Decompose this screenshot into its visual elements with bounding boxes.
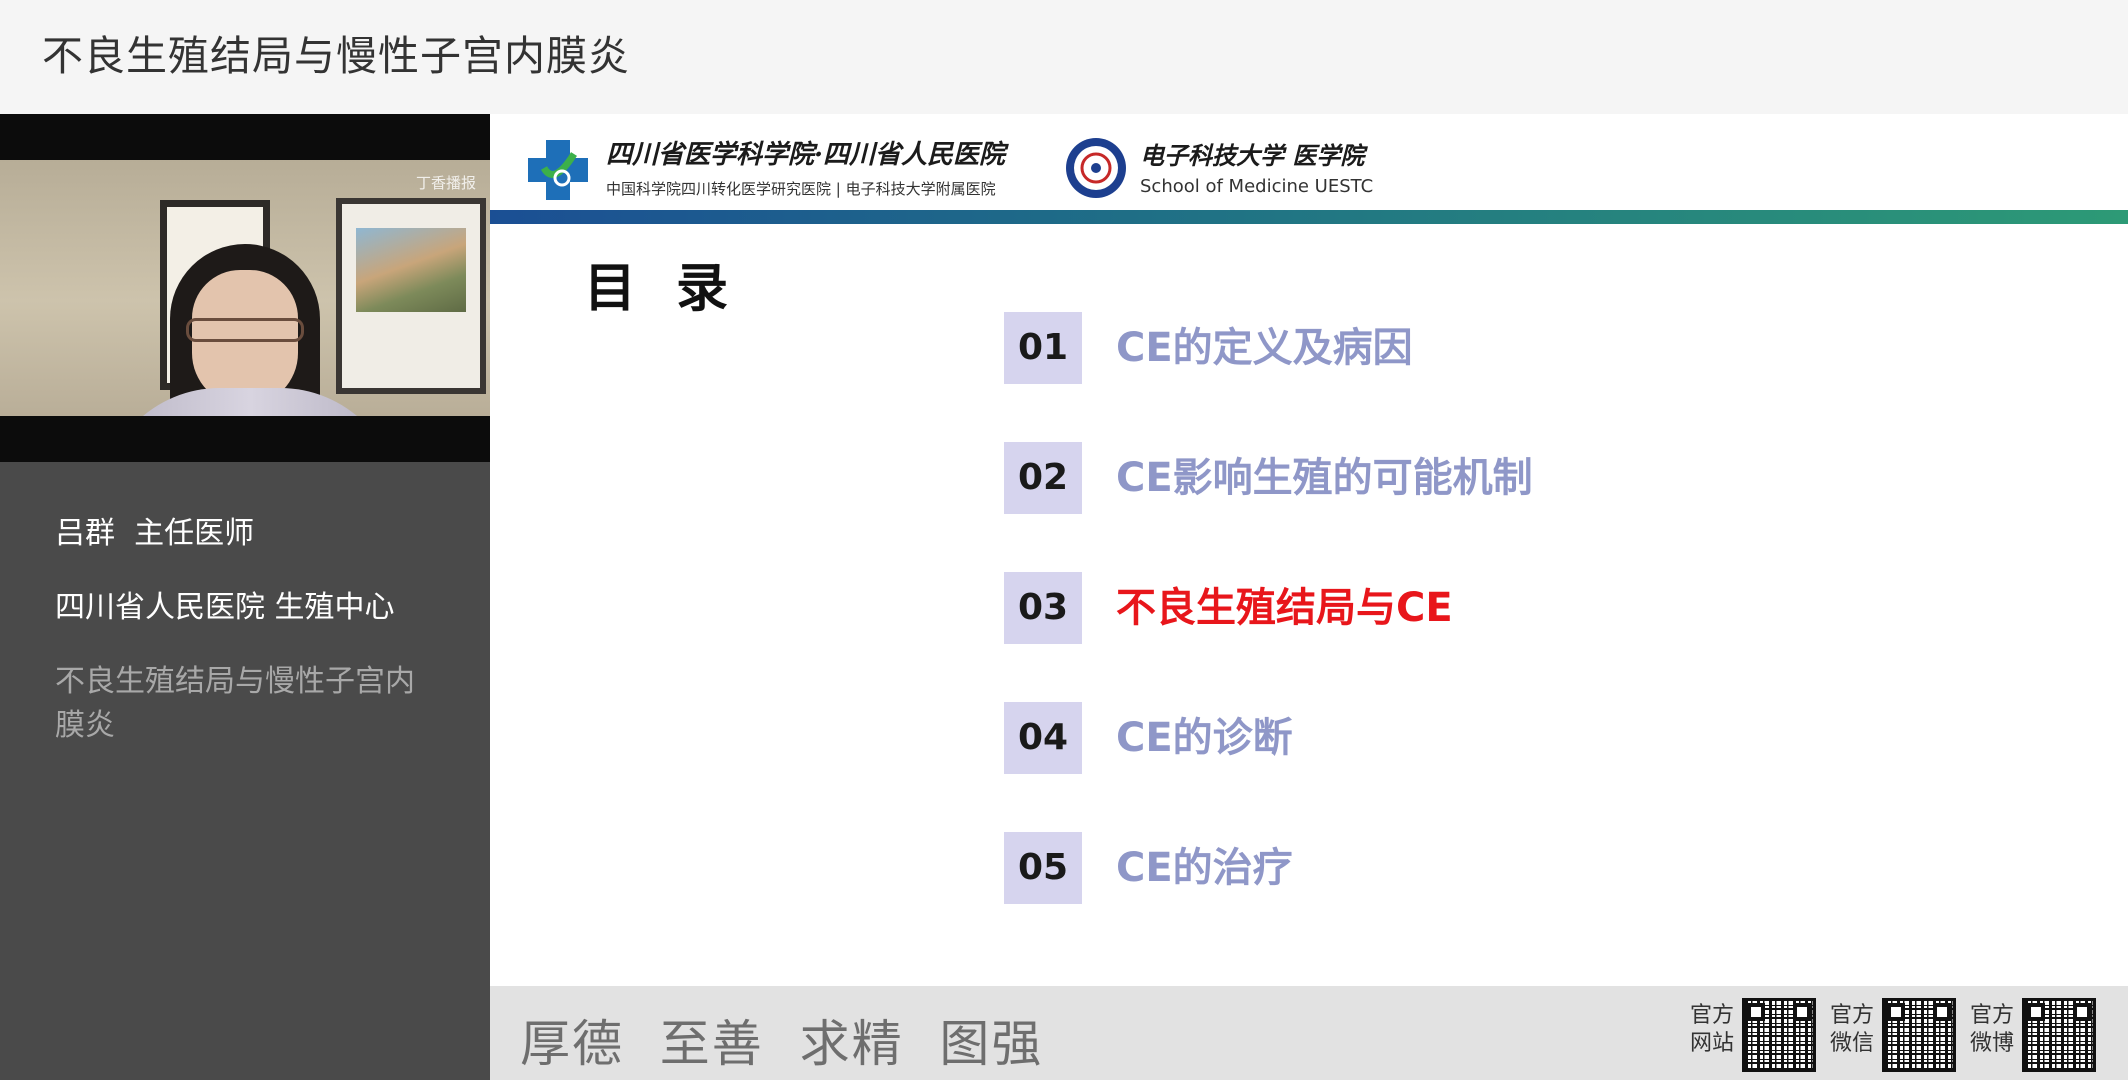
toc-label: CE影响生殖的可能机制: [1116, 455, 1533, 501]
toc-label: 不良生殖结局与CE: [1116, 585, 1453, 631]
wall-painting: [336, 198, 486, 394]
qr-code-icon: [1742, 998, 1816, 1072]
presenter-video[interactable]: 丁香播报: [0, 114, 490, 462]
presenter-info: 吕群 主任医师 四川省人民医院 生殖中心 不良生殖结局与慢性子宫内膜炎: [55, 512, 435, 748]
presenter-organization: 四川省人民医院 生殖中心: [55, 590, 395, 625]
toc-number: 03: [1004, 572, 1082, 644]
toc-label: CE的定义及病因: [1116, 325, 1413, 371]
hospital-subtitle: 中国科学院四川转化医学研究医院 | 电子科技大学附属医院: [606, 180, 996, 198]
toc-number: 05: [1004, 832, 1082, 904]
top-bar: 不良生殖结局与慢性子宫内膜炎: [0, 0, 2128, 115]
university-seal-icon: [1066, 138, 1126, 198]
hospital-cross-icon: [528, 140, 588, 200]
slide: 四川省医学科学院·四川省人民医院 中国科学院四川转化医学研究医院 | 电子科技大…: [490, 114, 2128, 1080]
video-watermark: 丁香播报: [415, 174, 476, 192]
qr-label: 官方微信: [1830, 1003, 1875, 1056]
toc-number: 02: [1004, 442, 1082, 514]
qr-label: 官方微博: [1970, 1003, 2015, 1056]
qr-code-icon: [1882, 998, 1956, 1072]
hospital-name: 四川省医学科学院·四川省人民医院: [606, 140, 1006, 170]
presenter-glasses: [186, 318, 304, 342]
video-frame: 丁香播报: [0, 160, 490, 416]
toc-title: 目录: [584, 259, 769, 319]
toc-number: 04: [1004, 702, 1082, 774]
header-divider: [490, 210, 2128, 224]
toc-label: CE的诊断: [1116, 715, 1293, 761]
presenter-name: 吕群 主任医师: [55, 516, 255, 551]
toc-number: 01: [1004, 312, 1082, 384]
presenter-topic: 不良生殖结局与慢性子宫内膜炎: [55, 664, 415, 743]
page-title: 不良生殖结局与慢性子宫内膜炎: [42, 32, 630, 80]
university-name-english: School of Medicine UESTC: [1140, 176, 1374, 197]
qr-label: 官方网站: [1690, 1003, 1735, 1056]
toc-label: CE的治疗: [1116, 845, 1293, 891]
university-motto: 厚德 至善 求精 图强: [520, 1015, 1044, 1073]
university-name: 电子科技大学 医学院: [1140, 141, 1365, 170]
slide-footer: 厚德 至善 求精 图强 官方网站 官方微信 官方微博: [490, 986, 2128, 1080]
qr-code-icon: [2022, 998, 2096, 1072]
left-panel: 丁香播报 吕群 主任医师 四川省人民医院 生殖中心 不良生殖结局与慢性子宫内膜炎: [0, 114, 490, 1080]
